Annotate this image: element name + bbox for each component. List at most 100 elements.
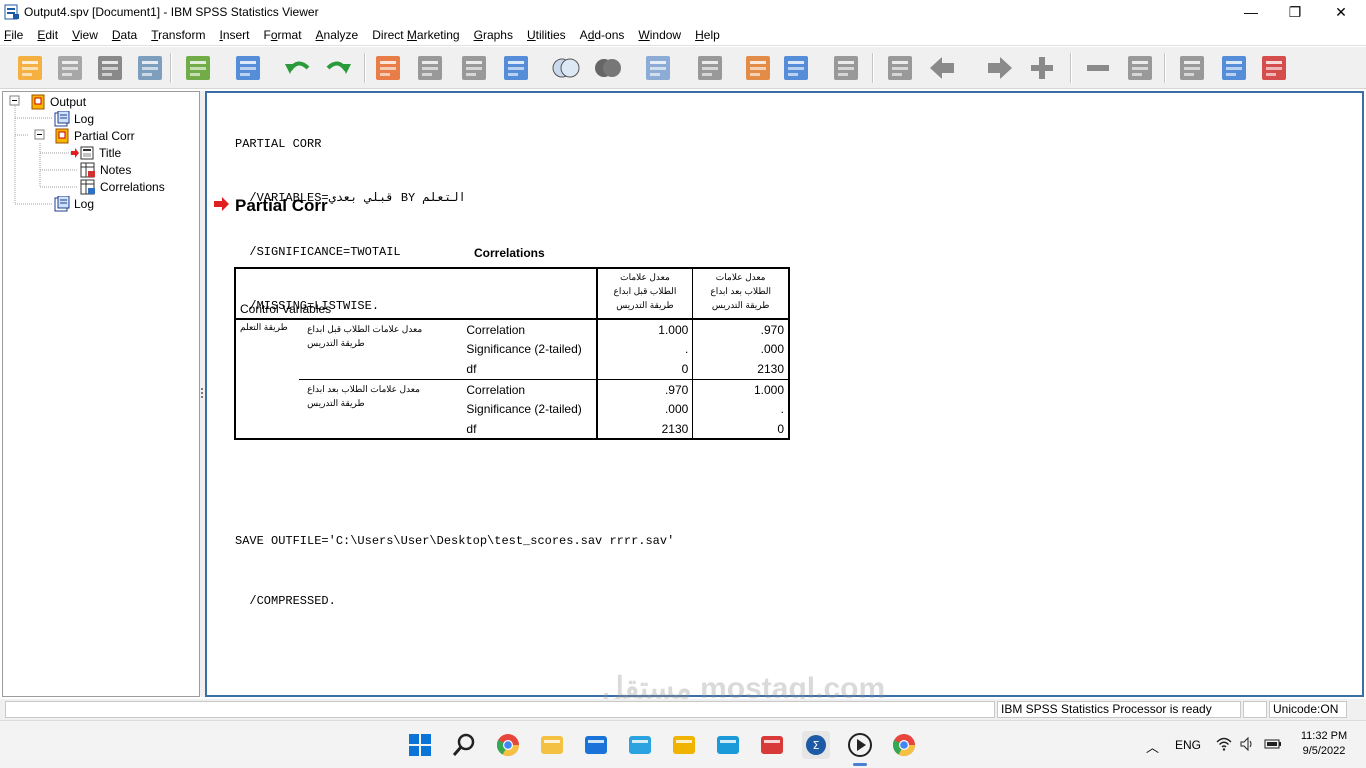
header-line: طريقة التدريس (711, 300, 770, 310)
undo-icon[interactable] (282, 52, 314, 84)
outline-item-title[interactable]: Title (71, 144, 121, 161)
close-button[interactable]: ✕ (1318, 0, 1364, 24)
recall-dialog-icon[interactable] (232, 52, 264, 84)
menu-window[interactable]: Window (638, 28, 681, 42)
next-icon[interactable] (984, 52, 1016, 84)
hide-icon[interactable] (1176, 52, 1208, 84)
syntax-line: PARTIAL CORR (235, 137, 322, 151)
insert-new-title-icon[interactable] (1258, 52, 1290, 84)
export-icon[interactable] (182, 52, 214, 84)
outline-root[interactable]: Output (30, 93, 86, 110)
table-cell: . (595, 339, 693, 359)
control-variable-label: طريقة التعلم (240, 322, 288, 332)
output-heading: Partial Corr (235, 196, 328, 215)
menu-help[interactable]: Help (695, 28, 720, 42)
outline-item-log[interactable]: Log (54, 195, 94, 212)
header-line: الطلاب بعد ابداع (710, 286, 771, 296)
menu-add-ons[interactable]: Add-ons (580, 28, 625, 42)
previous-icon[interactable] (926, 52, 958, 84)
collapse-icon[interactable] (1082, 52, 1114, 84)
toolbar-separator (1070, 53, 1072, 83)
goto-data-icon[interactable] (372, 52, 404, 84)
spss-icon[interactable]: Σ (800, 729, 832, 761)
open-icon[interactable] (14, 52, 46, 84)
file-explorer-icon[interactable] (536, 729, 568, 761)
media-player-icon[interactable] (844, 729, 876, 761)
print-icon[interactable] (94, 52, 126, 84)
processor-status: IBM SPSS Statistics Processor is ready (997, 701, 1241, 718)
minimize-button[interactable]: — (1228, 0, 1274, 24)
use-sets-icon[interactable] (550, 52, 582, 84)
edge-icon[interactable] (712, 729, 744, 761)
outline-pane[interactable]: Output Log Partial Corr Title Notes Corr… (2, 91, 200, 697)
goto-case-icon[interactable] (414, 52, 446, 84)
menu-transform[interactable]: Transform (151, 28, 205, 42)
snipping-tool-icon[interactable] (756, 729, 788, 761)
mail-icon[interactable] (580, 729, 612, 761)
log-icon (54, 195, 70, 211)
variables-icon[interactable] (500, 52, 532, 84)
chrome-beta-icon[interactable] (888, 729, 920, 761)
telegram-icon[interactable] (624, 729, 656, 761)
save-icon[interactable] (54, 52, 86, 84)
show-icon[interactable] (1124, 52, 1156, 84)
clock[interactable]: 11:32 PM 9/5/2022 (1296, 729, 1352, 759)
row-var-line: طريقة التدريس (307, 397, 365, 408)
folder-app-icon[interactable] (668, 729, 700, 761)
print-preview-icon[interactable] (134, 52, 166, 84)
outline-root-label: Output (50, 94, 87, 109)
outline-item-label: Title (99, 145, 122, 160)
svg-text:Σ: Σ (813, 739, 820, 752)
outline-item-correlations[interactable]: Correlations (80, 178, 165, 195)
chrome-icon[interactable] (492, 729, 524, 761)
menu-view[interactable]: View (72, 28, 98, 42)
outline-item-partial-corr[interactable]: Partial Corr (54, 127, 135, 144)
control-variable-cell: طريقة التعلم (233, 318, 300, 440)
chevron-up-icon[interactable]: ︿ (1146, 737, 1159, 756)
menu-direct-marketing[interactable]: Direct Marketing (372, 28, 459, 42)
header-line: معدل علامات (620, 272, 670, 282)
menu-edit[interactable]: Edit (37, 28, 58, 42)
outline-item-label: Partial Corr (74, 128, 135, 143)
row-var-line: طريقة التدريس (307, 338, 365, 348)
menu-format[interactable]: Format (264, 28, 302, 42)
goto-variable-icon[interactable] (458, 52, 490, 84)
insert-output-icon[interactable] (830, 52, 862, 84)
search-icon[interactable] (448, 729, 480, 761)
menu-insert[interactable]: Insert (219, 28, 249, 42)
row-variable-before: معدل علامات الطلاب قبل ابداع طريقة التدر… (299, 318, 463, 379)
window-title: Output4.spv [Document1] - IBM SPSS Stati… (24, 5, 319, 19)
expand-icon[interactable] (1026, 52, 1058, 84)
windows-start-icon[interactable] (404, 729, 436, 761)
outline-item-notes[interactable]: Notes (80, 161, 131, 178)
table-cell: .000 (595, 399, 693, 419)
correlations-table[interactable]: Control Variables معدل علامات الطلاب قبل… (233, 267, 791, 440)
content-pane[interactable]: PARTIAL CORR /VARIABLES=قبلي بعدي BY الت… (205, 91, 1364, 705)
pivot-table-icon (80, 179, 95, 194)
insert-new-heading-icon[interactable] (1218, 52, 1250, 84)
output-book-icon (31, 94, 45, 109)
stat-label: Significance (2-tailed) (466, 342, 582, 356)
status-message-cell (5, 701, 995, 718)
maximize-button[interactable]: ❐ (1272, 0, 1318, 24)
menu-utilities[interactable]: Utilities (527, 28, 566, 42)
outline-item-label: Correlations (100, 179, 165, 194)
create-title-icon[interactable] (694, 52, 726, 84)
wifi-icon[interactable] (1216, 737, 1232, 751)
syntax-line: /COMPRESSED. (235, 594, 336, 608)
language-indicator[interactable]: ENG (1175, 738, 1201, 752)
table-cell: . (692, 399, 791, 419)
menu-analyze[interactable]: Analyze (316, 28, 359, 42)
menu-data[interactable]: Data (112, 28, 137, 42)
designate-window-icon[interactable] (642, 52, 674, 84)
battery-icon[interactable] (1264, 738, 1282, 750)
menu-graphs[interactable]: Graphs (474, 28, 513, 42)
select-last-output-icon[interactable] (884, 52, 916, 84)
insert-heading-icon[interactable] (742, 52, 774, 84)
redo-icon[interactable] (322, 52, 354, 84)
show-all-variables-icon[interactable] (592, 52, 624, 84)
insert-text-icon[interactable] (780, 52, 812, 84)
outline-item-log[interactable]: Log (54, 110, 94, 127)
menu-file[interactable]: File (4, 28, 23, 42)
volume-icon[interactable] (1240, 737, 1254, 751)
